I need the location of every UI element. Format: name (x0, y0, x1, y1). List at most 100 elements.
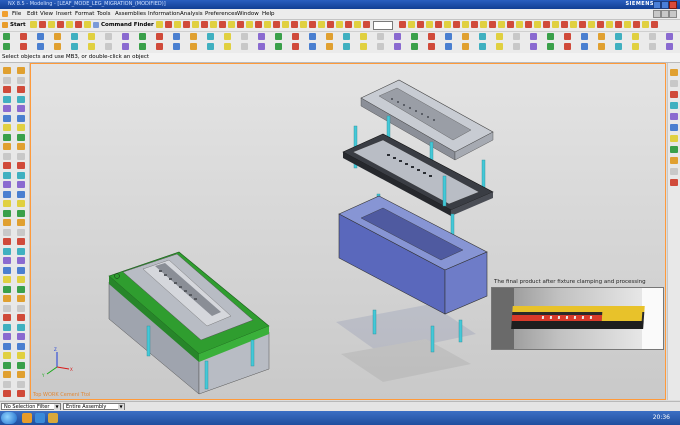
toolbar-tool-icon[interactable] (233, 43, 240, 50)
toolbar-tool-icon[interactable] (216, 43, 223, 50)
toolbar-tool-icon[interactable] (183, 21, 190, 28)
side-tool-icon[interactable] (3, 285, 11, 293)
toolbar-tool-icon[interactable] (588, 21, 595, 28)
toolbar-tool-icon[interactable] (607, 33, 614, 40)
side-tool-icon[interactable] (3, 314, 11, 321)
side-tool-icon[interactable] (17, 285, 25, 293)
side-tool-icon[interactable] (3, 295, 11, 302)
toolbar-tool-icon[interactable] (54, 43, 61, 50)
toolbar-tool-icon[interactable] (318, 21, 325, 28)
toolbar-tool-icon[interactable] (513, 33, 520, 40)
side-tool-icon[interactable] (17, 105, 25, 112)
toolbar-tool-icon[interactable] (139, 33, 146, 40)
toolbar-tool-icon[interactable] (284, 43, 291, 50)
toolbar-tool-icon[interactable] (88, 33, 95, 40)
toolbar-tool-icon[interactable] (224, 43, 231, 50)
toolbar-tool-icon[interactable] (182, 43, 189, 50)
toolbar-tool-icon[interactable] (437, 33, 444, 40)
side-tool-icon[interactable] (3, 219, 11, 226)
side-tool-icon[interactable] (17, 352, 25, 359)
toolbar-tool-icon[interactable] (190, 33, 197, 40)
side-tool-icon[interactable] (3, 95, 11, 103)
side-tool-icon[interactable] (17, 323, 25, 331)
toolbar-tool-icon[interactable] (71, 33, 78, 40)
toolbar-tool-icon[interactable] (513, 43, 520, 50)
toolbar-tool-icon[interactable] (165, 33, 172, 40)
toolbar-tool-icon[interactable] (292, 33, 299, 40)
toolbar-tool-icon[interactable] (479, 43, 486, 50)
windows-start-button[interactable] (1, 412, 17, 424)
toolbar-tool-icon[interactable] (12, 43, 19, 50)
toolbar-tool-icon[interactable] (453, 21, 460, 28)
toolbar-tool-icon[interactable] (471, 21, 478, 28)
toolbar-tool-icon[interactable] (488, 43, 495, 50)
scope-select[interactable]: Entire Assembly ▼ (63, 403, 125, 410)
toolbar-tool-icon[interactable] (63, 43, 70, 50)
toolbar-tool-icon[interactable] (651, 21, 658, 28)
minimize-icon[interactable] (653, 1, 661, 9)
toolbar-tool-icon[interactable] (496, 33, 503, 40)
side-tool-icon[interactable] (670, 124, 678, 131)
side-tool-icon[interactable] (17, 380, 25, 388)
side-tool-icon[interactable] (17, 361, 25, 369)
toolbar-tool-icon[interactable] (530, 43, 537, 50)
toolbar-tool-icon[interactable] (97, 43, 104, 50)
toolbar-tool-icon[interactable] (428, 43, 435, 50)
side-tool-icon[interactable] (17, 67, 25, 74)
toolbar-tool-icon[interactable] (369, 43, 376, 50)
toolbar-tool-icon[interactable] (632, 33, 639, 40)
toolbar-tool-icon[interactable] (46, 43, 53, 50)
toolbar-tool-icon[interactable] (377, 43, 384, 50)
toolbar-tool-icon[interactable] (556, 33, 563, 40)
side-tool-icon[interactable] (3, 143, 11, 150)
toolbar-tool-icon[interactable] (156, 21, 163, 28)
side-tool-icon[interactable] (3, 114, 11, 122)
toolbar-tool-icon[interactable] (327, 21, 334, 28)
toolbar-tool-icon[interactable] (165, 21, 172, 28)
toolbar-tool-icon[interactable] (12, 33, 19, 40)
toolbar-tool-icon[interactable] (420, 43, 427, 50)
toolbar-tool-icon[interactable] (624, 33, 631, 40)
toolbar-tool-icon[interactable] (309, 21, 316, 28)
toolbar-tool-icon[interactable] (649, 43, 656, 50)
layer-select[interactable] (373, 21, 393, 30)
toolbar-tool-icon[interactable] (590, 43, 597, 50)
side-tool-icon[interactable] (3, 152, 11, 160)
side-tool-icon[interactable] (3, 190, 11, 198)
toolbar-tool-icon[interactable] (335, 43, 342, 50)
toolbar-tool-icon[interactable] (552, 21, 559, 28)
toolbar-tool-icon[interactable] (190, 43, 197, 50)
toolbar-tool-icon[interactable] (84, 21, 91, 28)
toolbar-tool-icon[interactable] (335, 33, 342, 40)
toolbar-tool-icon[interactable] (480, 21, 487, 28)
toolbar-tool-icon[interactable] (63, 33, 70, 40)
side-tool-icon[interactable] (3, 209, 11, 217)
side-tool-icon[interactable] (17, 333, 25, 340)
toolbar-tool-icon[interactable] (403, 33, 410, 40)
toolbar-tool-icon[interactable] (454, 43, 461, 50)
toolbar-tool-icon[interactable] (237, 21, 244, 28)
toolbar-tool-icon[interactable] (105, 33, 112, 40)
toolbar-tool-icon[interactable] (547, 33, 554, 40)
toolbar-tool-icon[interactable] (309, 43, 316, 50)
side-tool-icon[interactable] (17, 390, 25, 397)
toolbar-tool-icon[interactable] (462, 43, 469, 50)
doc-close-icon[interactable] (669, 10, 677, 18)
toolbar-tool-icon[interactable] (445, 43, 452, 50)
side-tool-icon[interactable] (17, 181, 25, 188)
side-tool-icon[interactable] (3, 304, 11, 312)
toolbar-tool-icon[interactable] (496, 43, 503, 50)
side-tool-icon[interactable] (3, 390, 11, 397)
side-tool-icon[interactable] (670, 69, 678, 76)
side-tool-icon[interactable] (17, 209, 25, 217)
toolbar-tool-icon[interactable] (649, 33, 656, 40)
toolbar-tool-icon[interactable] (345, 21, 352, 28)
toolbar-tool-icon[interactable] (408, 21, 415, 28)
toolbar-tool-icon[interactable] (46, 33, 53, 40)
toolbar-tool-icon[interactable] (343, 33, 350, 40)
toolbar-tool-icon[interactable] (444, 21, 451, 28)
toolbar-tool-icon[interactable] (207, 33, 214, 40)
toolbar-tool-icon[interactable] (488, 33, 495, 40)
toolbar-tool-icon[interactable] (590, 33, 597, 40)
toolbar-tool-icon[interactable] (173, 43, 180, 50)
